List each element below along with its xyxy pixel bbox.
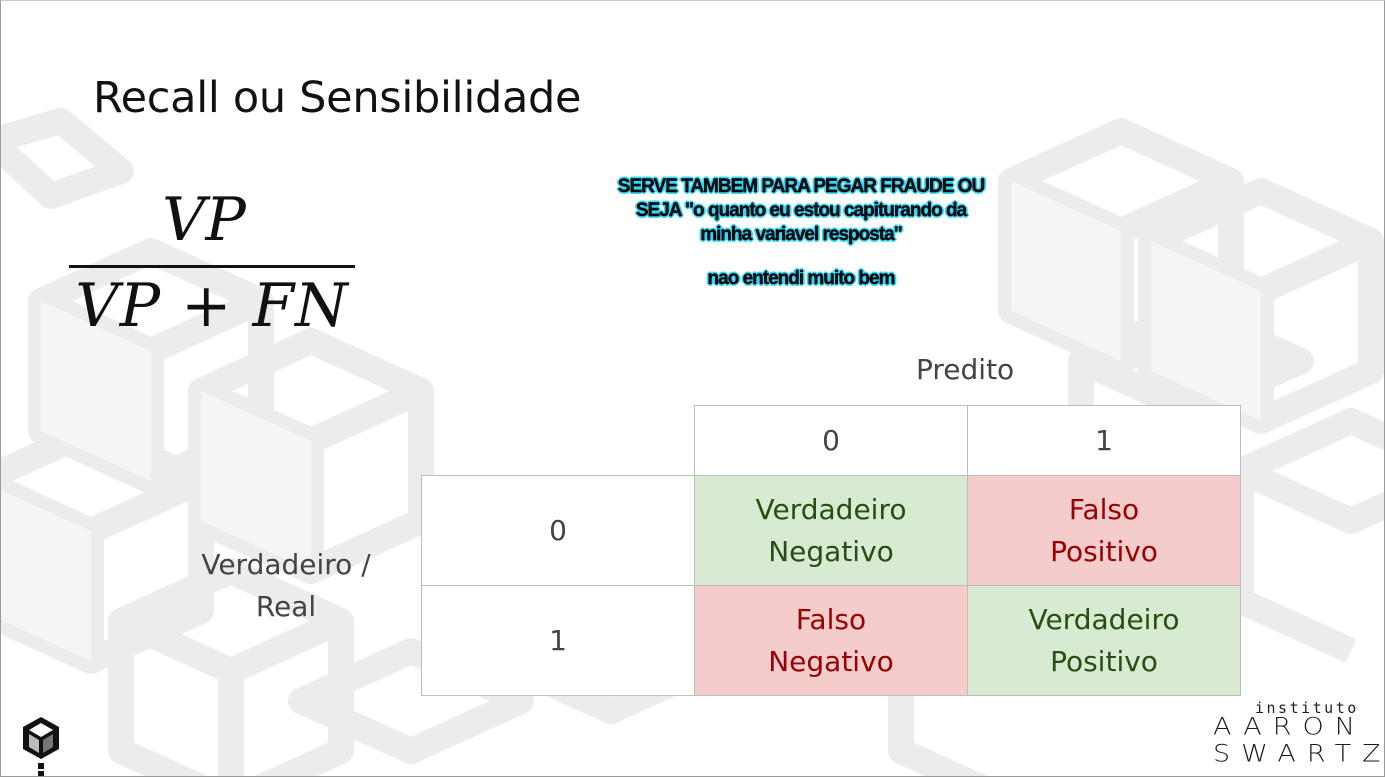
predicted-axis-label: Predito — [916, 353, 1015, 386]
col-header-1: 1 — [967, 405, 1241, 476]
annotation-line-2: SEJA "o quanto eu estou capiturando da — [635, 200, 968, 221]
cell-false-negative: Falso Negativo — [694, 585, 968, 696]
instituto-aaron-swartz-logo: instituto AARON SWARTZ — [1209, 699, 1381, 776]
row-header-1: 1 — [421, 585, 695, 696]
logo-line-2: SWARTZ — [1213, 740, 1385, 768]
actual-axis-label: Verdadeiro / Real — [201, 548, 371, 623]
slide-title: Recall ou Sensibilidade — [93, 73, 582, 123]
fraction-bar — [69, 265, 355, 268]
annotation-gap — [561, 247, 1041, 267]
annotation-note: SERVE TAMBEM PARA PEGAR FRAUDE OU SEJA "… — [561, 175, 1041, 291]
cell-true-positive: Verdadeiro Positivo — [967, 585, 1241, 696]
cell-false-positive: Falso Positivo — [967, 475, 1241, 586]
annotation-line-3: minha variavel resposta" — [700, 224, 903, 245]
cube-logo-icon — [23, 717, 59, 776]
logo-line-1: AARON — [1213, 713, 1366, 741]
formula-numerator: VP — [162, 185, 246, 255]
col-header-0: 0 — [694, 405, 968, 476]
cell-true-negative: Verdadeiro Negativo — [694, 475, 968, 586]
annotation-line-1: SERVE TAMBEM PARA PEGAR FRAUDE OU — [617, 176, 986, 197]
formula-denominator: VP + FN — [75, 271, 349, 341]
row-header-0: 0 — [421, 475, 695, 586]
slide: Recall ou Sensibilidade VP VP + FN SERVE… — [0, 0, 1385, 777]
recall-formula: VP VP + FN — [67, 183, 357, 343]
annotation-line-4: nao entendi muito bem — [707, 268, 895, 289]
